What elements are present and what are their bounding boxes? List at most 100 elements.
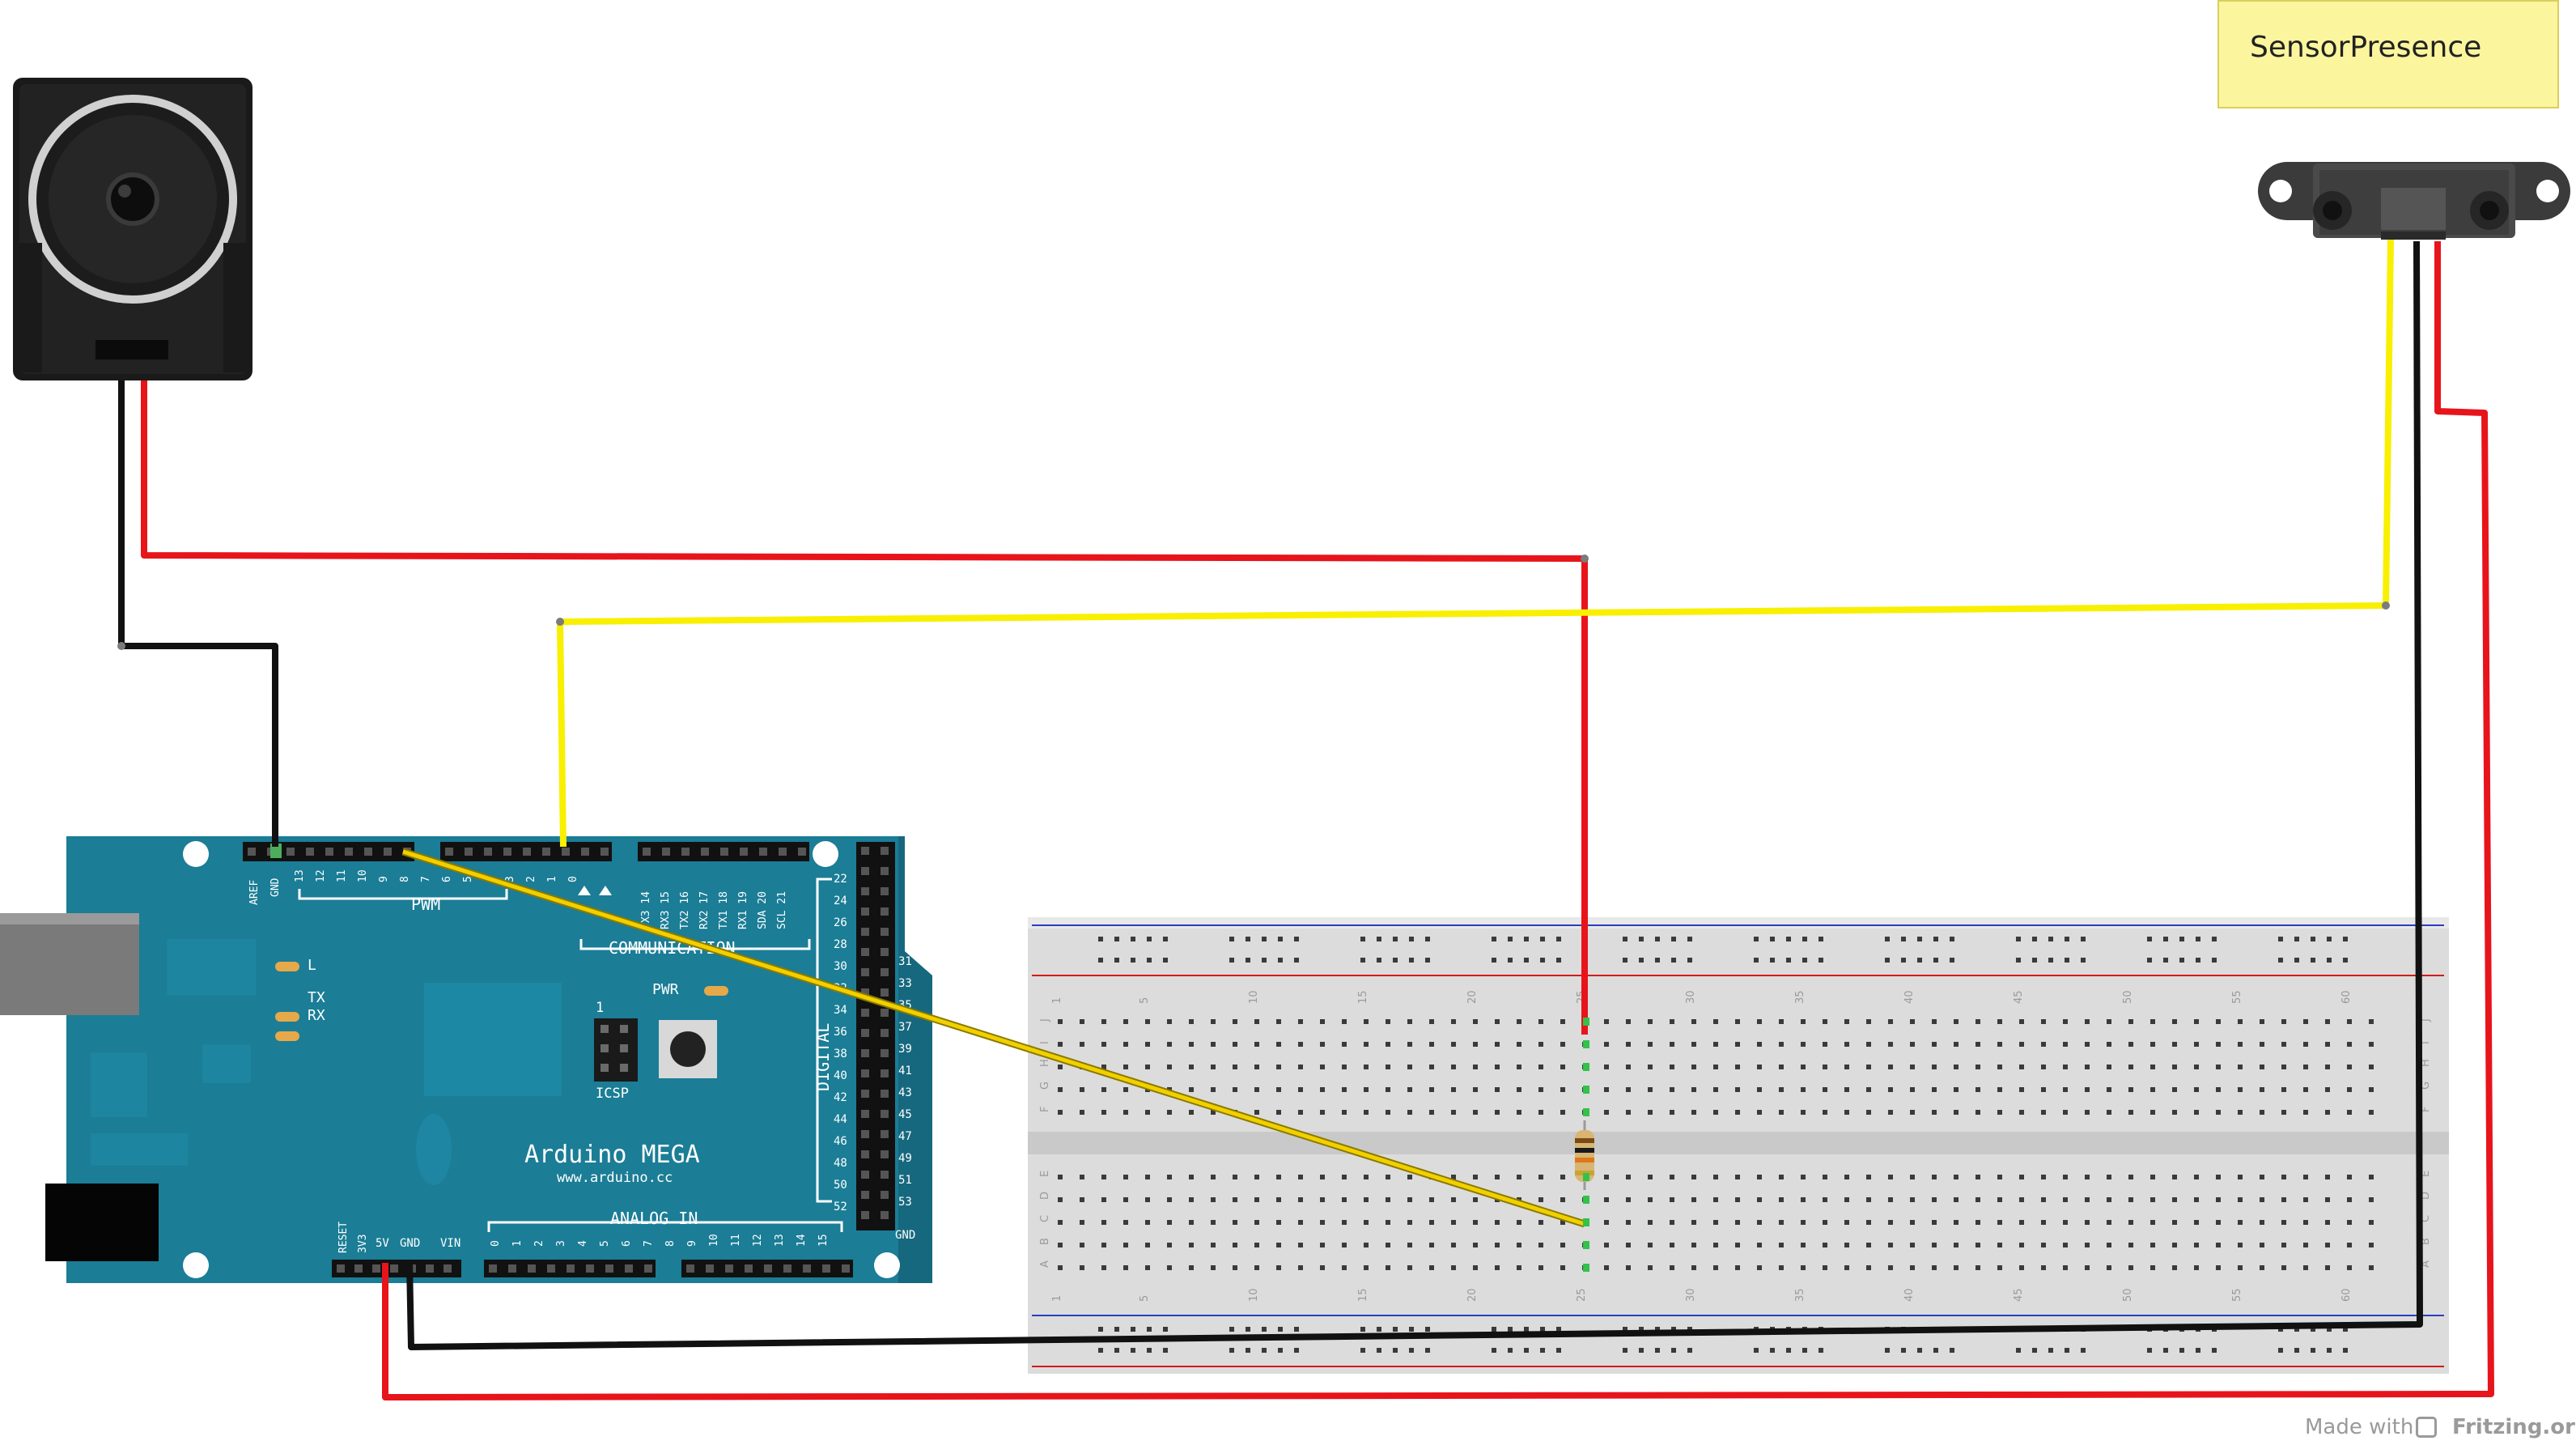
bb-row-letter: D: [1039, 1192, 1051, 1200]
bb-col-number-bottom: 10: [1248, 1288, 1260, 1302]
bb-col-number-bottom: 40: [1903, 1288, 1916, 1302]
pin-label: 39: [898, 1043, 912, 1056]
label-vin: VIN: [440, 1237, 460, 1250]
pin-label: 45: [898, 1108, 912, 1121]
pin-label: RX2 17: [698, 891, 711, 929]
bb-col-number-bottom: 35: [1794, 1288, 1806, 1302]
usb-port: [0, 913, 139, 1015]
label-3v3: 3V3: [357, 1235, 369, 1253]
pin-label: 53: [898, 1196, 912, 1209]
pin-label: 8: [399, 876, 411, 882]
pin-label: 0: [567, 876, 579, 882]
icsp-header: [594, 1018, 638, 1082]
pin-label: 36: [834, 1026, 847, 1039]
fritzing-logo-icon: [2416, 1417, 2437, 1438]
bb-col-number-bottom: 20: [1466, 1288, 1479, 1302]
pin-label: 2: [533, 1240, 545, 1247]
pin-label: 48: [834, 1157, 847, 1170]
ir-distance-sensor[interactable]: [2258, 162, 2570, 240]
wire-yellow-sensor[interactable]: [557, 239, 2394, 848]
label-pwr: PWR: [652, 981, 679, 998]
speaker[interactable]: [13, 78, 253, 380]
pin-label: 10: [357, 869, 369, 882]
pin-label: TX2 16: [679, 891, 691, 929]
pin-label: 44: [834, 1113, 847, 1126]
bb-col-number-top: 40: [1903, 990, 1916, 1004]
pin-label: 24: [834, 895, 847, 907]
pin-label: 3: [555, 1240, 567, 1247]
pin-label: 50: [834, 1179, 847, 1192]
pin-label: 4: [577, 1240, 589, 1247]
pin-label: 33: [898, 977, 912, 990]
pin-label: 13: [294, 869, 306, 882]
pin-label: 1: [511, 1240, 524, 1247]
bb-col-number-top: 10: [1248, 990, 1260, 1004]
label-gnd-top: GND: [269, 878, 282, 897]
bb-row-letter: G: [1039, 1082, 1051, 1090]
bb-col-number-top: 60: [2340, 990, 2353, 1004]
bb-row-letter: C: [1039, 1215, 1051, 1222]
bb-col-number-top: 5: [1139, 997, 1151, 1004]
pin-label: 11: [730, 1234, 742, 1247]
label-rx: RX: [308, 1007, 325, 1024]
pin-label: 10: [708, 1234, 720, 1247]
pin-label: 51: [898, 1174, 912, 1187]
mcu-chip: [424, 983, 562, 1096]
bb-col-number-bottom: 30: [1685, 1288, 1697, 1302]
label-icsp: ICSP: [596, 1086, 629, 1102]
led-pwr: [704, 986, 728, 996]
arduino-mega-board[interactable]: Arduino MEGA www.arduino.cc PWM COMMUNIC…: [0, 836, 932, 1283]
bb-col-number-bottom: 60: [2340, 1288, 2353, 1302]
pin-label: 43: [898, 1086, 912, 1099]
pin-label: 52: [834, 1201, 847, 1213]
led-rx: [275, 1031, 299, 1041]
board-url: www.arduino.cc: [557, 1170, 673, 1186]
pin-label: 26: [834, 916, 847, 929]
pin-label: 11: [336, 869, 348, 882]
pin-label: 13: [774, 1234, 786, 1247]
reset-button[interactable]: [659, 1020, 717, 1078]
bb-row-letter: E: [1039, 1171, 1051, 1177]
bb-row-letter: H: [1039, 1059, 1051, 1067]
bb-col-number-bottom: 45: [2013, 1288, 2025, 1302]
pin-label: 38: [834, 1048, 847, 1060]
label-tx: TX: [308, 989, 325, 1006]
pin-label: 2: [525, 876, 537, 882]
pin-label: 40: [834, 1069, 847, 1082]
pin-label: 47: [898, 1130, 912, 1143]
pin-label: 14: [796, 1234, 808, 1247]
board-name: Arduino MEGA: [524, 1141, 700, 1169]
label-pwm: PWM: [411, 895, 440, 914]
pin-label: 30: [834, 960, 847, 973]
breadboard[interactable]: 1 5 10 15 20 25 30 35 40 45 50 55 60 1 5 10 15 20 25 30 35 4…: [1028, 917, 2449, 1374]
bb-col-number-top: 1: [1051, 997, 1063, 1004]
label-gnd-right: GND: [895, 1229, 915, 1242]
bb-row-letter: F: [1039, 1107, 1051, 1112]
pin-label: RX1 19: [737, 891, 749, 929]
sensor-note[interactable]: SensorPresence: [2217, 0, 2559, 108]
note-text: SensorPresence: [2250, 31, 2482, 64]
label-digital: DIGITAL: [813, 1023, 833, 1091]
pin-label: 37: [898, 1021, 912, 1034]
pin-label: 0: [490, 1240, 502, 1247]
pin-label: SDA 20: [757, 891, 769, 929]
bb-col-number-top: 45: [2013, 990, 2025, 1004]
pin-label: 46: [834, 1135, 847, 1148]
pin-label: 41: [898, 1065, 912, 1077]
bb-row-letter: A: [1039, 1260, 1051, 1268]
bb-col-number-bottom: 1: [1051, 1295, 1063, 1302]
bb-col-number-bottom: 55: [2231, 1288, 2243, 1302]
pin-label: 28: [834, 938, 847, 951]
credit-brand: Fritzing.org: [2452, 1415, 2576, 1439]
bb-col-number-bottom: 15: [1357, 1288, 1369, 1302]
label-gnd-bottom: GND: [400, 1237, 420, 1250]
bb-row-letter: B: [1039, 1238, 1051, 1245]
pin-label: 7: [420, 876, 432, 882]
pin-label: 31: [898, 955, 912, 968]
label-led-l: L: [308, 957, 316, 974]
bb-col-number-bottom: 50: [2122, 1288, 2134, 1302]
pin-label: 34: [834, 1004, 847, 1017]
led-l: [275, 962, 299, 971]
label-reset: RESET: [337, 1222, 350, 1253]
label-analog-in: ANALOG IN: [610, 1209, 698, 1228]
